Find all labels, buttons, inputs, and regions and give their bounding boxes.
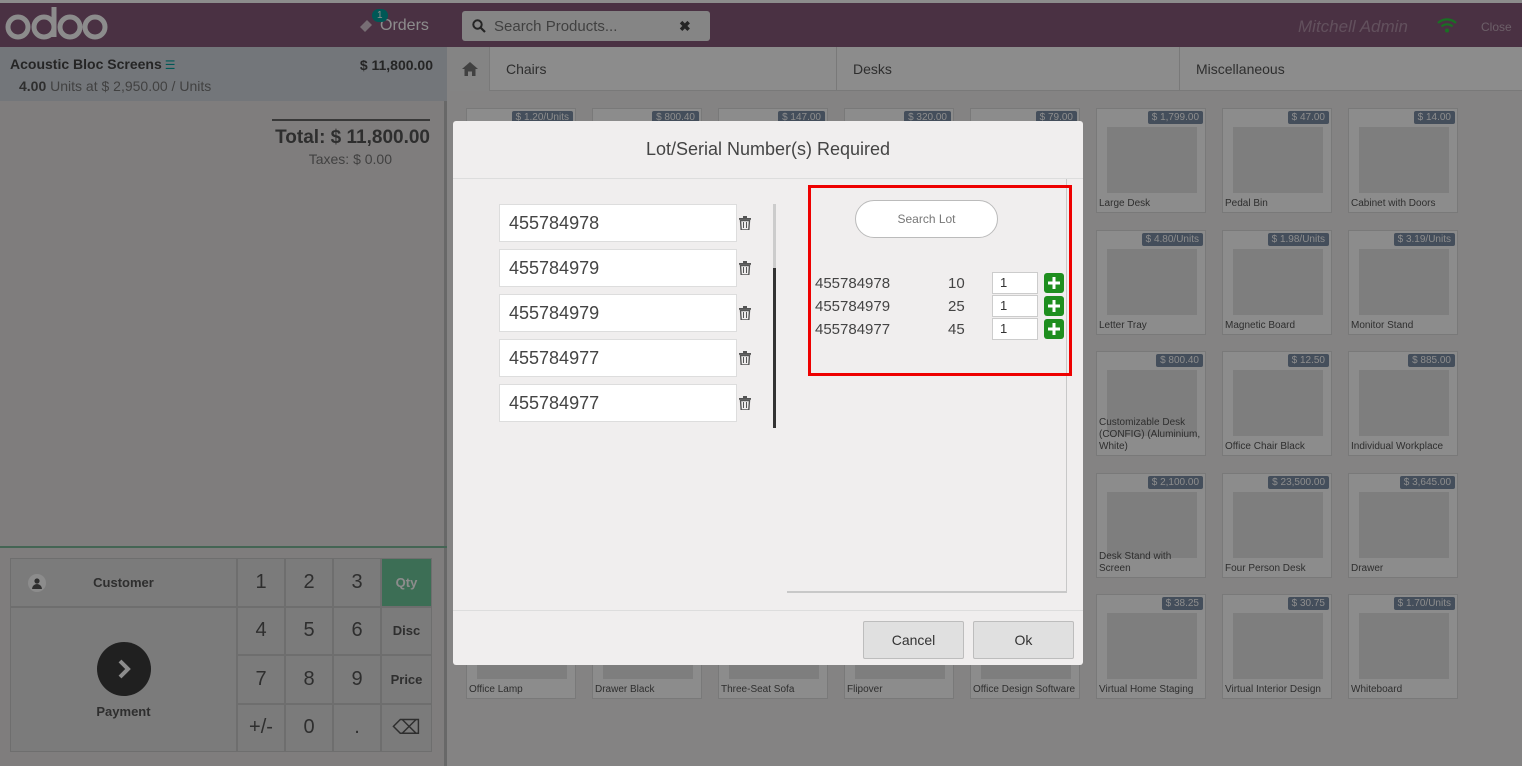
cancel-button[interactable]: Cancel	[863, 621, 964, 659]
scrollbar-thumb[interactable]	[773, 268, 776, 428]
lot-input[interactable]: 455784978	[499, 204, 737, 242]
lot-row: 455784979	[499, 294, 759, 334]
available-lot-qty: 10	[948, 275, 965, 292]
lot-qty-input[interactable]: 1	[992, 295, 1038, 317]
plus-icon[interactable]	[1044, 296, 1064, 316]
trash-icon[interactable]	[739, 396, 751, 410]
available-lot-qty: 25	[948, 298, 965, 315]
available-lot-list: 455784978 10 1 455784979 25 1 455784977 …	[815, 272, 1075, 341]
lot-input[interactable]: 455784979	[499, 249, 737, 287]
lot-row: 455784977	[499, 384, 759, 424]
lot-number-dialog: Lot/Serial Number(s) Required 455784978 …	[453, 121, 1083, 665]
ok-button[interactable]: Ok	[973, 621, 1074, 659]
available-lot-qty: 45	[948, 321, 965, 338]
trash-icon[interactable]	[739, 351, 751, 365]
available-lot-row: 455784978 10 1	[815, 272, 1075, 295]
dialog-title: Lot/Serial Number(s) Required	[453, 121, 1083, 179]
dialog-footer: Cancel Ok	[453, 610, 1083, 665]
lot-row: 455784977	[499, 339, 759, 379]
available-lot-row: 455784977 45 1	[815, 318, 1075, 341]
available-lot-number: 455784977	[815, 321, 891, 338]
lot-list-scrollbar[interactable]	[773, 204, 776, 428]
entered-lot-list: 455784978 455784979 455784979 455784977 …	[499, 204, 759, 429]
lot-row: 455784979	[499, 249, 759, 289]
available-lot-number: 455784978	[815, 275, 891, 292]
search-lot-input[interactable]: Search Lot	[855, 200, 998, 238]
available-lot-number: 455784979	[815, 298, 891, 315]
lot-input[interactable]: 455784977	[499, 384, 737, 422]
plus-icon[interactable]	[1044, 319, 1064, 339]
trash-icon[interactable]	[739, 261, 751, 275]
lot-input[interactable]: 455784977	[499, 339, 737, 377]
lot-qty-input[interactable]: 1	[992, 272, 1038, 294]
trash-icon[interactable]	[739, 306, 751, 320]
available-lot-row: 455784979 25 1	[815, 295, 1075, 318]
lot-input[interactable]: 455784979	[499, 294, 737, 332]
plus-icon[interactable]	[1044, 273, 1064, 293]
lot-qty-input[interactable]: 1	[992, 318, 1038, 340]
trash-icon[interactable]	[739, 216, 751, 230]
lot-row: 455784978	[499, 204, 759, 244]
